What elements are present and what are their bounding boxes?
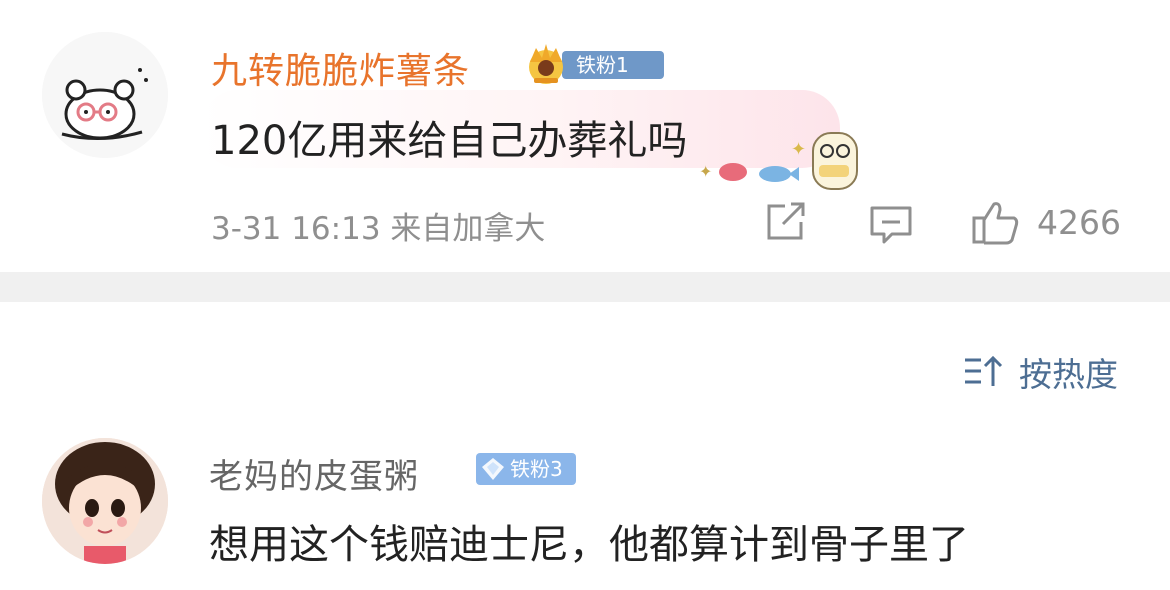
comment-icon[interactable] — [868, 202, 914, 246]
sticker-icon: ✦ ✦ — [699, 132, 858, 190]
section-divider — [0, 272, 1170, 302]
avatar-hamster-icon — [42, 32, 168, 158]
comment-meta: 3-31 16:13 来自加拿大 — [211, 211, 546, 247]
like-count: 4266 — [1037, 203, 1121, 242]
like-icon[interactable] — [970, 198, 1022, 246]
comment-text: 120亿用来给自己办葬礼吗 — [211, 118, 688, 164]
sort-label: 按热度 — [1019, 355, 1118, 394]
username[interactable]: 九转脆脆炸薯条 — [211, 42, 470, 94]
diamond-icon — [482, 458, 504, 480]
svg-text:✦: ✦ — [699, 162, 712, 181]
avatar[interactable] — [42, 438, 168, 564]
fan-badge: 铁粉1 — [562, 51, 664, 79]
comment-text: 想用这个钱赔迪士尼，他都算计到骨子里了 — [209, 522, 969, 568]
avatar-girl-icon — [42, 438, 168, 564]
avatar[interactable] — [42, 32, 168, 158]
share-icon[interactable] — [763, 200, 809, 244]
comment-item: 九转脆脆炸薯条 铁粉1 120亿用来给自己办葬礼吗 ✦ ✦ 3-31 16:13… — [0, 0, 1170, 272]
crown-icon — [529, 44, 563, 84]
svg-text:✦: ✦ — [791, 139, 806, 160]
username[interactable]: 老妈的皮蛋粥 — [209, 449, 419, 498]
sort-icon — [965, 355, 1003, 386]
